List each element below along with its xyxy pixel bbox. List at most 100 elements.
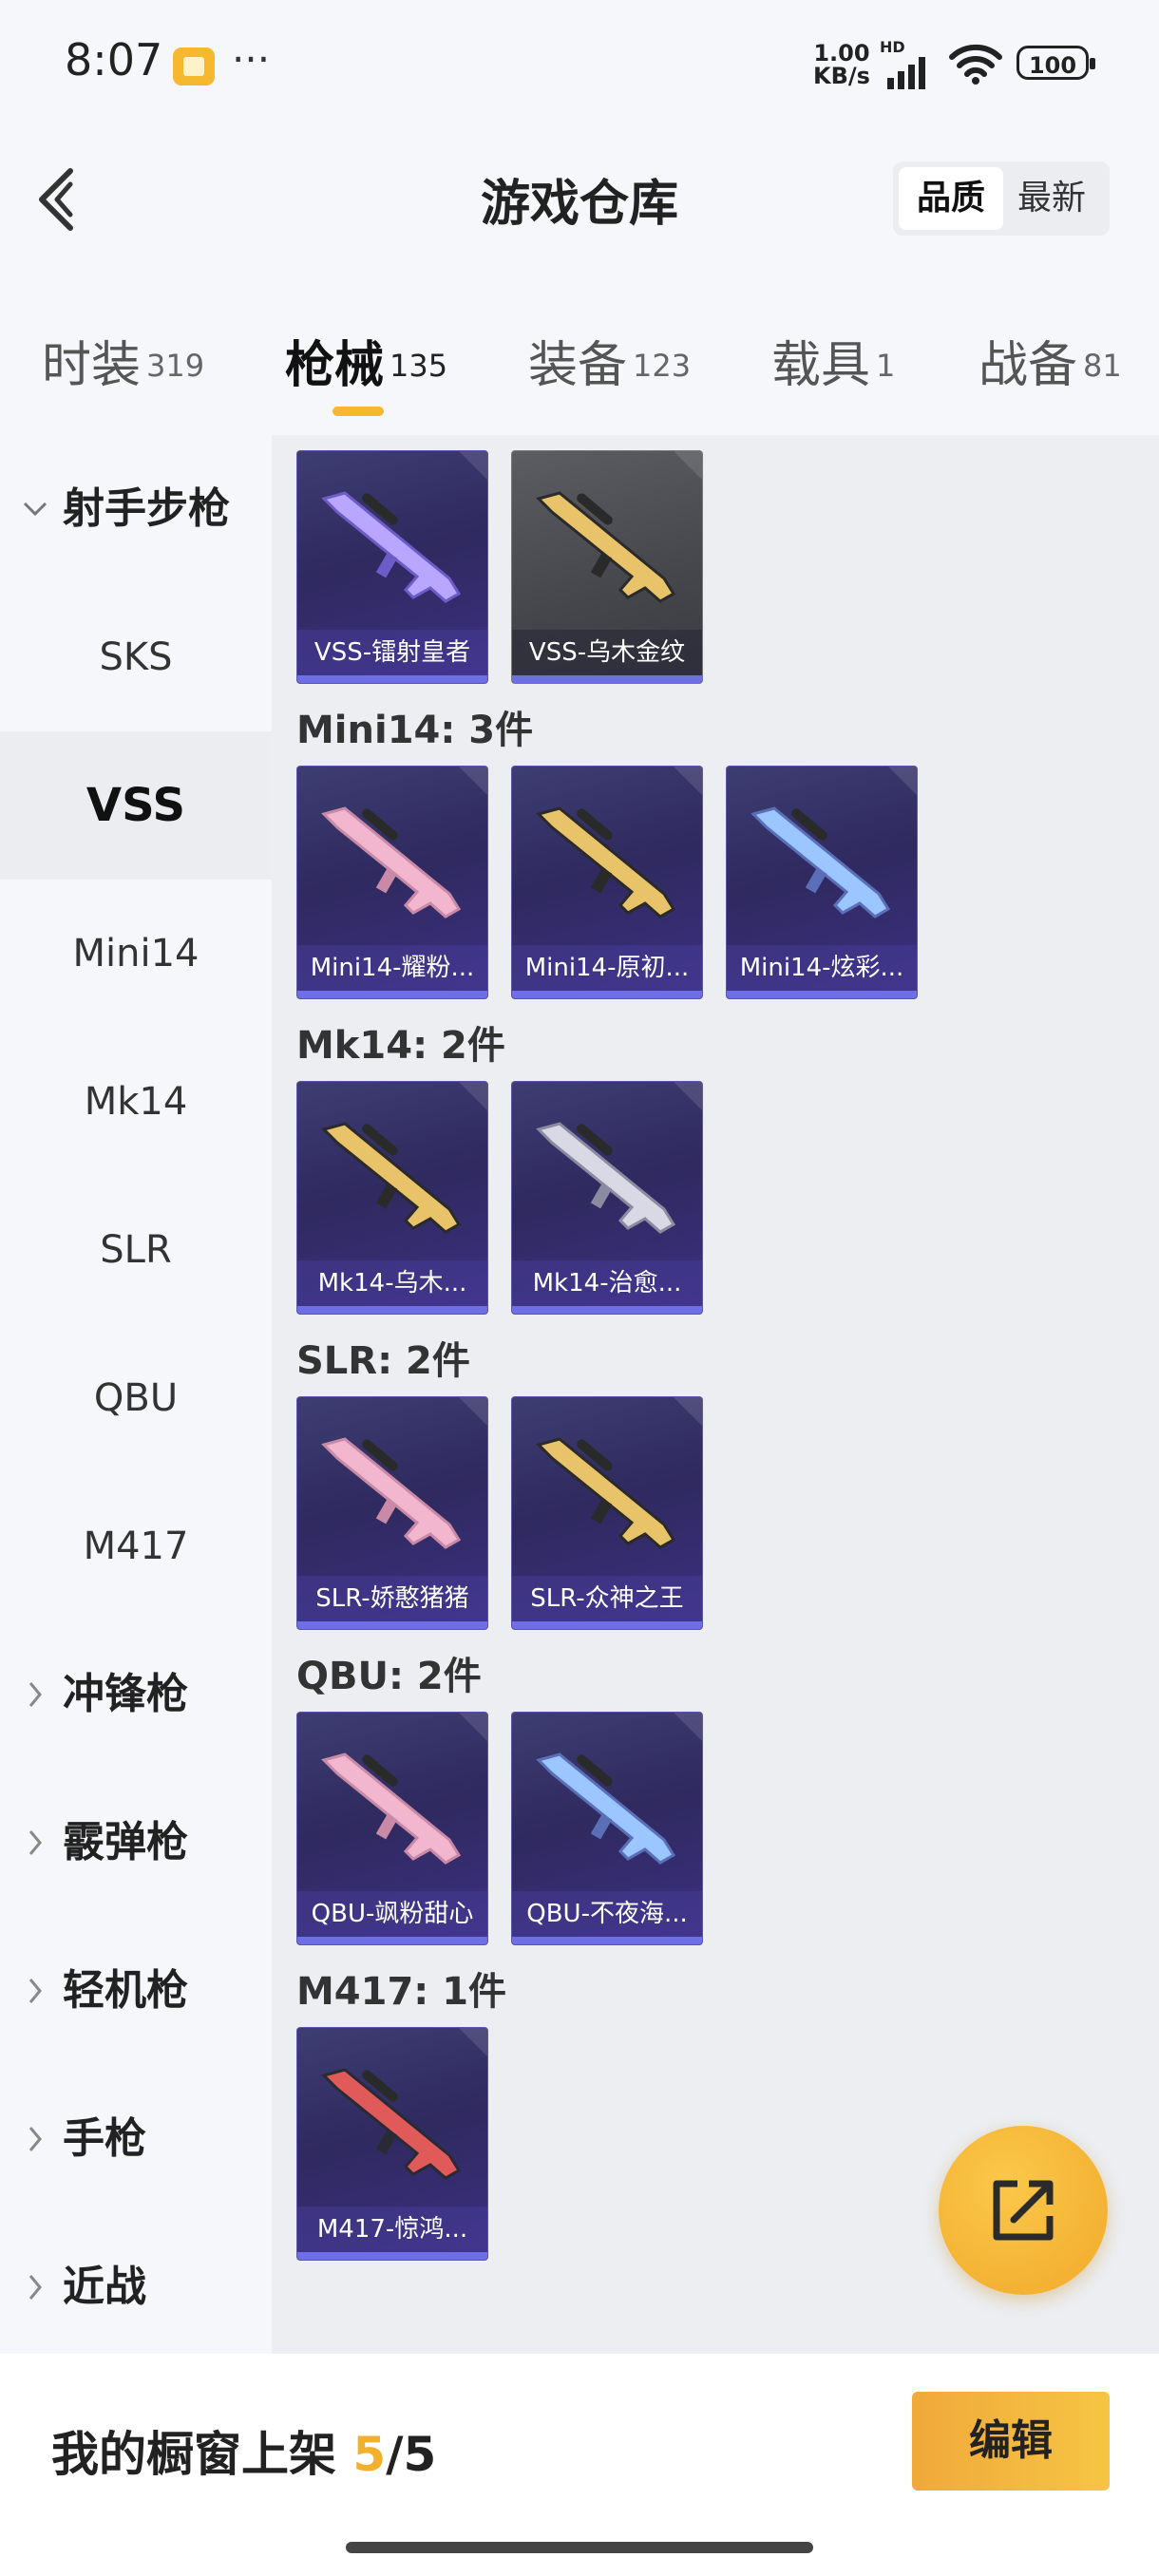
tab-count: 123: [633, 347, 692, 384]
battery-icon: 100: [1016, 46, 1095, 80]
sidebar-group-melee[interactable]: 近战: [0, 2213, 272, 2361]
sidebar-group-shotgun[interactable]: 霰弹枪: [0, 1769, 272, 1917]
share-external-icon: [993, 2180, 1054, 2241]
tab-count: 135: [390, 347, 448, 384]
active-tab-underline: [332, 407, 384, 416]
weapon-grid: VSS-镭射皇者 VSS-乌木金纹 Mini14: 3件 Mini14-耀粉... Mi…: [272, 435, 1159, 2354]
weapon-skin-name: VSS-乌木金纹: [512, 630, 702, 675]
weapon-skin-name: M417-惊鸿...: [297, 2207, 487, 2252]
tab-vehicles[interactable]: 载具 1: [771, 325, 895, 396]
rarity-bar: [297, 1937, 487, 1944]
weapon-skin-name: Mk14-治愈...: [512, 1260, 702, 1306]
weapon-skin-card[interactable]: Mini14-耀粉...: [296, 766, 488, 999]
weapon-skin-icon: [536, 1752, 676, 1865]
weapon-skin-card[interactable]: Mk14-乌木...: [296, 1081, 488, 1315]
network-speed: 1.00 KB/s: [813, 40, 870, 89]
wifi-icon: [949, 44, 1002, 85]
weapon-category-sidebar: 射手步枪 SKS VSS Mini14 Mk14 SLR QBU M417 冲锋…: [0, 435, 272, 2354]
sort-option-newest[interactable]: 最新: [999, 167, 1104, 230]
weapon-skin-card[interactable]: VSS-镭射皇者: [296, 450, 488, 684]
weapon-skin-icon: [536, 1437, 676, 1549]
weapon-skin-name: Mini14-耀粉...: [297, 945, 487, 991]
weapon-skin-name: Mini14-炫彩...: [727, 945, 917, 991]
signal-icon: [887, 57, 925, 89]
weapon-skin-name: VSS-镭射皇者: [297, 630, 487, 675]
sidebar-item-mini14[interactable]: Mini14: [0, 880, 272, 1028]
sort-toggle: 品质 最新: [893, 161, 1110, 236]
weapon-skin-card[interactable]: QBU-飒粉甜心: [296, 1712, 488, 1945]
rarity-bar: [297, 991, 487, 998]
section-title: Mini14: 3件: [296, 709, 534, 752]
weapon-skin-card[interactable]: SLR-娇憨猪猪: [296, 1396, 488, 1630]
sidebar-group-pistol[interactable]: 手枪: [0, 2065, 272, 2213]
sidebar-item-qbu[interactable]: QBU: [0, 1324, 272, 1472]
sidebar-group-lmg[interactable]: 轻机枪: [0, 1917, 272, 2065]
tab-count: 319: [146, 347, 205, 384]
more-notifications-icon: ···: [232, 36, 271, 83]
weapon-skin-card[interactable]: QBU-不夜海...: [511, 1712, 703, 1945]
rarity-bar: [727, 991, 917, 998]
weapon-skin-icon: [321, 806, 462, 919]
status-time: 8:07: [65, 34, 163, 85]
rarity-bar: [512, 1937, 702, 1944]
weapon-skin-icon: [321, 1122, 462, 1234]
weapon-skin-icon: [321, 1752, 462, 1865]
notification-app-icon: [173, 47, 215, 85]
chevron-left-icon: [39, 168, 73, 231]
tab-supplies[interactable]: 战备 81: [978, 325, 1122, 396]
rarity-bar: [297, 1306, 487, 1314]
tab-guns[interactable]: 枪械 135: [285, 325, 448, 416]
weapon-skin-card[interactable]: Mini14-炫彩...: [726, 766, 918, 999]
tab-fashion[interactable]: 时装 319: [42, 325, 204, 396]
weapon-skin-name: QBU-不夜海...: [512, 1891, 702, 1937]
weapon-skin-icon: [321, 491, 462, 603]
back-button[interactable]: [28, 161, 86, 237]
weapon-skin-card[interactable]: VSS-乌木金纹: [511, 450, 703, 684]
weapon-skin-name: SLR-众神之王: [512, 1576, 702, 1621]
section-title: Mk14: 2件: [296, 1024, 505, 1068]
sidebar-group-marksman-rifle[interactable]: 射手步枪: [0, 435, 272, 583]
home-indicator[interactable]: [346, 2542, 813, 2553]
rarity-bar: [512, 991, 702, 998]
weapon-skin-icon: [321, 1437, 462, 1549]
weapon-skin-icon: [536, 1122, 676, 1234]
weapon-skin-name: Mini14-原初...: [512, 945, 702, 991]
category-tabs: 时装 319 枪械 135 装备 123 载具 1 战备 81: [0, 313, 1159, 418]
rarity-bar: [512, 675, 702, 683]
weapon-skin-icon: [321, 2068, 462, 2180]
showcase-count: 我的橱窗上架 5/5: [51, 2427, 437, 2482]
sidebar-item-vss[interactable]: VSS: [0, 731, 272, 880]
rarity-bar: [297, 1621, 487, 1629]
rarity-bar: [512, 1621, 702, 1629]
share-button[interactable]: [939, 2126, 1108, 2295]
weapon-skin-card[interactable]: SLR-众神之王: [511, 1396, 703, 1630]
weapon-skin-icon: [536, 491, 676, 603]
sidebar-group-smg[interactable]: 冲锋枪: [0, 1620, 272, 1769]
sidebar-item-slr[interactable]: SLR: [0, 1176, 272, 1324]
edit-button[interactable]: 编辑: [912, 2392, 1110, 2491]
tab-count: 81: [1083, 347, 1122, 384]
weapon-skin-name: Mk14-乌木...: [297, 1260, 487, 1306]
hd-label: HD: [880, 38, 905, 56]
section-title: M417: 1件: [296, 1970, 507, 2014]
weapon-skin-icon: [750, 806, 891, 919]
rarity-bar: [297, 2252, 487, 2260]
status-bar: 8:07 ··· 1.00 KB/s HD 100: [0, 0, 1159, 123]
weapon-skin-card[interactable]: Mini14-原初...: [511, 766, 703, 999]
tab-equipment[interactable]: 装备 123: [528, 325, 691, 396]
sidebar-item-mk14[interactable]: Mk14: [0, 1028, 272, 1176]
section-title: QBU: 2件: [296, 1655, 482, 1698]
sort-option-quality[interactable]: 品质: [899, 167, 1003, 230]
rarity-bar: [297, 675, 487, 683]
tab-count: 1: [876, 347, 896, 384]
rarity-bar: [512, 1306, 702, 1314]
weapon-skin-card[interactable]: M417-惊鸿...: [296, 2027, 488, 2261]
weapon-skin-icon: [536, 806, 676, 919]
weapon-skin-name: SLR-娇憨猪猪: [297, 1576, 487, 1621]
sidebar-item-m417[interactable]: M417: [0, 1472, 272, 1620]
sidebar-item-sks[interactable]: SKS: [0, 583, 272, 731]
weapon-skin-card[interactable]: Mk14-治愈...: [511, 1081, 703, 1315]
bottom-bar: 我的橱窗上架 5/5 编辑: [0, 2354, 1159, 2576]
weapon-skin-name: QBU-飒粉甜心: [297, 1891, 487, 1937]
section-title: SLR: 2件: [296, 1339, 470, 1383]
